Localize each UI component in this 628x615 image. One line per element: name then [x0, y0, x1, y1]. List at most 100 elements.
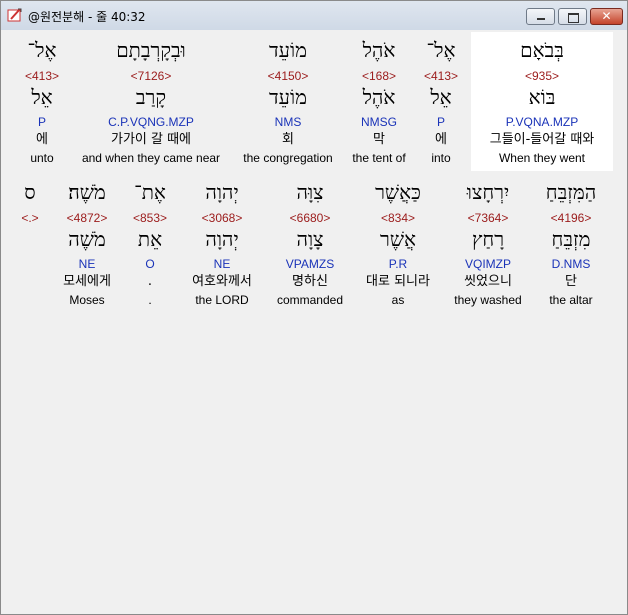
english-gloss: . [148, 293, 152, 307]
hebrew-lemma: אֲשֶׁר [380, 227, 416, 251]
english-gloss: into [431, 151, 451, 165]
app-icon [7, 8, 22, 22]
korean-gloss: 명하신 [292, 274, 328, 289]
app-window: @원전분해 - 줄 40:32 ✕ אֶל־ <413> אֵל P 에 unt… [0, 0, 628, 615]
word-cell-selected[interactable]: בְּבֹאָם <935> בּוֹא P.VQNA.MZP 그들이-들어갈 … [471, 35, 613, 170]
strong-number[interactable]: <413> [415, 69, 467, 83]
hebrew-lemma: מֹשֶׁה [68, 227, 106, 251]
english-gloss: the altar [549, 293, 593, 307]
morph-code: NMSG [361, 115, 397, 129]
hebrew-lemma: אֵל [430, 85, 452, 109]
word-cell[interactable]: כַּאֲשֶׁר <834> אֲשֶׁר P.R 대로 되니라 as [355, 177, 441, 312]
morph-code: VPAMZS [285, 257, 335, 271]
hebrew-word: בְּבֹאָם [520, 38, 564, 62]
english-gloss: as [391, 293, 405, 307]
hebrew-lemma: צָוָה [296, 227, 324, 251]
hebrew-lemma: רָחַץ [471, 227, 505, 251]
morph-code: P [37, 115, 46, 129]
word-cell[interactable]: אֶת־ <853> אֵת O . . [127, 177, 173, 312]
interlinear-view: אֶל־ <413> אֵל P 에 unto וּבְקָרְבָתָם <7… [1, 31, 627, 614]
strong-number[interactable]: <413> [14, 69, 70, 83]
strong-number[interactable]: <7126> [74, 69, 228, 83]
hebrew-lemma: אֹהֶל [362, 85, 396, 109]
word-cell[interactable]: אֹהֶל <168> אֹהֶל NMSG 막 the tent of [346, 35, 412, 170]
hebrew-word: ס [24, 180, 36, 204]
english-gloss: and when they came near [81, 151, 221, 165]
morph-code: P.R [388, 257, 408, 271]
window-title: @원전분해 - 줄 40:32 [28, 10, 146, 24]
minimize-icon [537, 18, 545, 20]
english-gloss: unto [30, 151, 54, 165]
word-cell[interactable]: יִרְחָצוּ <7364> רָחַץ VQIMZP 씻었으니 they … [445, 177, 531, 312]
hebrew-lemma: בּוֹא [528, 85, 556, 109]
morph-code: P.VQNA.MZP [505, 115, 579, 129]
strong-number[interactable]: <853> [127, 211, 173, 225]
strong-number[interactable]: <7364> [445, 211, 531, 225]
hebrew-lemma: קָרַב [135, 85, 167, 109]
close-button[interactable]: ✕ [590, 8, 623, 25]
morph-code: NMS [274, 115, 302, 129]
korean-gloss: 막 [373, 132, 385, 147]
morph-code: VQIMZP [464, 257, 511, 271]
english-gloss: they washed [454, 293, 522, 307]
word-cell[interactable]: ס <.> [13, 177, 47, 312]
morph-code: D.NMS [551, 257, 591, 271]
title-bar[interactable]: @원전분해 - 줄 40:32 ✕ [1, 1, 627, 30]
korean-gloss: 모세에게 [63, 274, 111, 289]
korean-gloss: 여호와께서 [192, 274, 252, 289]
maximize-button[interactable] [558, 8, 587, 25]
word-cell[interactable]: הַמִּזְבֵּחַ <4196> מִזְבֵּחַ D.NMS 단 th… [535, 177, 607, 312]
strong-number[interactable]: <834> [355, 211, 441, 225]
korean-gloss: 단 [565, 274, 577, 289]
morph-code: P [436, 115, 445, 129]
hebrew-lemma: מִזְבֵּחַ [551, 227, 591, 251]
korean-gloss: 가가이 갈 때에 [110, 132, 192, 147]
korean-gloss: 에 [435, 132, 447, 147]
strong-number[interactable]: <935> [471, 69, 613, 83]
strong-number[interactable]: <6680> [269, 211, 351, 225]
korean-gloss: 에 [36, 132, 48, 147]
strong-number[interactable]: <168> [346, 69, 412, 83]
hebrew-word: הַמִּזְבֵּחַ [545, 180, 597, 204]
morph-code: C.P.VQNG.MZP [108, 115, 194, 129]
english-gloss: commanded [276, 293, 344, 307]
hebrew-word: יִרְחָצוּ [466, 180, 510, 204]
maximize-icon [568, 13, 579, 23]
hebrew-word: מוֹעֵד [269, 38, 307, 62]
morph-code: NE [213, 257, 231, 271]
korean-gloss: 대로 되니라 [366, 274, 430, 289]
strong-number[interactable]: <.> [13, 211, 47, 225]
hebrew-lemma: אֵת [137, 227, 163, 251]
hebrew-lemma: יְהוָה [205, 227, 239, 251]
word-cell[interactable]: מֹשֶׁה׃ <4872> מֹשֶׁה NE 모세에게 Moses [51, 177, 123, 312]
morph-code: NE [78, 257, 96, 271]
strong-number[interactable]: <4872> [51, 211, 123, 225]
hebrew-word: מֹשֶׁה׃ [68, 180, 106, 204]
minimize-button[interactable] [526, 8, 555, 25]
hebrew-word: כַּאֲשֶׁר [375, 180, 421, 204]
hebrew-word: וּבְקָרְבָתָם [116, 38, 186, 62]
hebrew-word: אֶל־ [27, 38, 57, 62]
korean-gloss: . [147, 274, 153, 289]
english-gloss: When they went [498, 151, 586, 165]
strong-number[interactable]: <4150> [236, 69, 340, 83]
english-gloss: the congregation [243, 151, 333, 165]
word-cell[interactable]: וּבְקָרְבָתָם <7126> קָרַב C.P.VQNG.MZP … [74, 35, 228, 170]
hebrew-word: אֶל־ [426, 38, 456, 62]
korean-gloss: 그들이-들어갈 때와 [489, 132, 595, 147]
korean-gloss: 씻었으니 [464, 274, 512, 289]
hebrew-word: אֹהֶל [362, 38, 396, 62]
word-cell[interactable]: אֶל־ <413> אֵל P 에 into [415, 35, 467, 170]
close-icon: ✕ [601, 9, 612, 23]
strong-number[interactable]: <3068> [179, 211, 265, 225]
strong-number[interactable]: <4196> [535, 211, 607, 225]
word-cell[interactable]: צִוָּה <6680> צָוָה VPAMZS 명하신 commanded [269, 177, 351, 312]
word-cell[interactable]: יְהוָה <3068> יְהוָה NE 여호와께서 the LORD [179, 177, 265, 312]
word-cell[interactable]: אֶל־ <413> אֵל P 에 unto [14, 35, 70, 170]
english-gloss: the LORD [195, 293, 249, 307]
english-gloss: Moses [69, 293, 105, 307]
korean-gloss: 회 [282, 132, 294, 147]
morph-code: O [145, 257, 155, 271]
word-cell[interactable]: מוֹעֵד <4150> מוֹעֵד NMS 회 the congregat… [236, 35, 340, 170]
hebrew-word: צִוָּה [296, 180, 324, 204]
